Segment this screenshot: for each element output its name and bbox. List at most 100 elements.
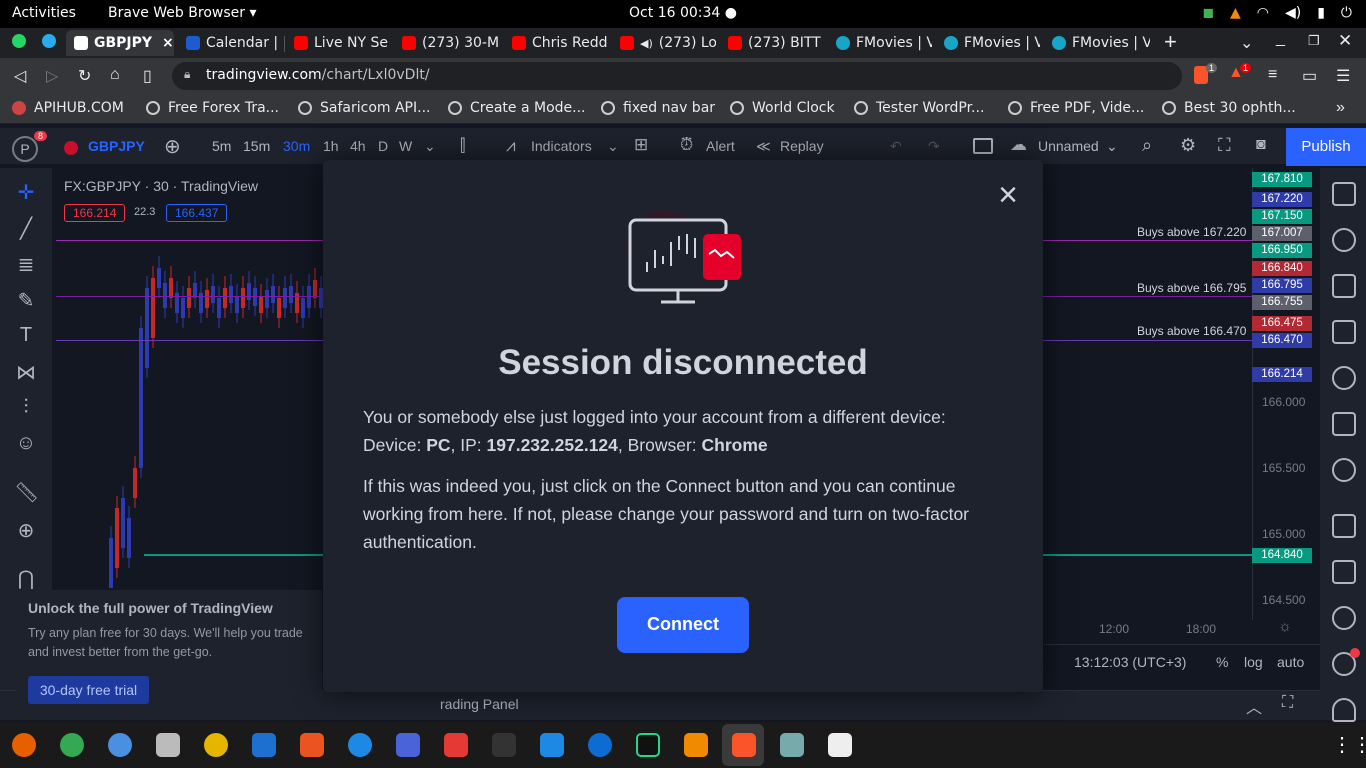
fib-retracement-icon[interactable]: ≣	[14, 252, 38, 276]
update-icon[interactable]: ◼	[1202, 5, 1214, 21]
battery-icon[interactable]: ▮	[1317, 5, 1325, 21]
vlc-icon[interactable]	[684, 733, 708, 757]
connect-button[interactable]: Connect	[617, 597, 749, 653]
time-settings-icon[interactable]: ☼	[1278, 618, 1292, 635]
alert-icon[interactable]: ⏰︎	[680, 135, 693, 155]
buy-price-badge[interactable]: 166.437	[166, 204, 228, 222]
percent-toggle[interactable]: %	[1216, 654, 1228, 670]
minimize-icon[interactable]: _	[1276, 30, 1285, 48]
terminal-icon[interactable]	[492, 733, 516, 757]
close-tab-icon[interactable]: ×	[162, 35, 174, 51]
reload-icon[interactable]: ↻	[78, 66, 91, 86]
whatsapp-pinned-tab[interactable]	[12, 34, 26, 53]
writer-icon[interactable]	[252, 733, 276, 757]
software-center-icon[interactable]	[300, 733, 324, 757]
bookmark-fixed-nav[interactable]: fixed nav bar	[601, 100, 715, 116]
menu-icon[interactable]: ☰	[1336, 66, 1350, 86]
layout-name[interactable]: Unnamed	[1038, 138, 1099, 154]
tab-youtube-bitt[interactable]: (273) BITT	[720, 30, 824, 56]
telegram-pinned-tab[interactable]	[42, 34, 56, 53]
new-tab-button[interactable]: +	[1164, 29, 1177, 55]
brave-icon[interactable]	[732, 733, 756, 757]
interval-15m[interactable]: 15m	[243, 138, 270, 154]
bookmark-world-clock[interactable]: World Clock	[730, 100, 835, 116]
tab-youtube-lo[interactable]: ◀) (273) Lo	[612, 30, 716, 56]
anydesk-icon[interactable]	[444, 733, 468, 757]
system-tray[interactable]: ◼ ▲ ◠ ◀) ▮ ⏻	[1202, 5, 1352, 21]
bookmark-tester-wordpress[interactable]: Tester WordPr...	[854, 100, 984, 116]
vlc-tray-icon[interactable]: ▲	[1230, 5, 1241, 21]
tab-chris-redd[interactable]: Chris Redd	[504, 30, 608, 56]
calendar-icon[interactable]	[1332, 412, 1356, 436]
prediction-icon[interactable]: ⫶	[14, 396, 38, 420]
indicators-button[interactable]: Indicators	[531, 138, 592, 154]
close-window-icon[interactable]: ✕	[1338, 31, 1352, 51]
maximize-icon[interactable]: ❐	[1308, 33, 1320, 49]
search-icon[interactable]: ⌕	[1142, 135, 1152, 156]
symbol-search[interactable]: GBPJPY	[88, 138, 145, 154]
remmina-icon[interactable]	[780, 733, 804, 757]
trendline-icon[interactable]: ╱	[14, 216, 38, 240]
interval-d[interactable]: D	[378, 138, 388, 154]
rhythmbox-icon[interactable]	[204, 733, 228, 757]
streams-icon[interactable]	[1332, 606, 1356, 630]
wallet-icon[interactable]: ▭	[1302, 66, 1317, 86]
volume-icon[interactable]: ◀)	[1285, 5, 1301, 21]
url-field[interactable]: 🔒︎ tradingview.com/chart/Lxl0vDlt/	[172, 62, 1182, 90]
document-viewer-icon[interactable]	[828, 733, 852, 757]
compare-add-icon[interactable]: ⊕	[164, 134, 181, 159]
bookmark-create-model[interactable]: Create a Mode...	[448, 100, 586, 116]
layout-chevron-icon[interactable]: ⌄	[1106, 138, 1118, 155]
alert-button[interactable]: Alert	[706, 138, 735, 154]
interval-30m[interactable]: 30m	[283, 138, 310, 154]
expand-panel-chevron-icon[interactable]: ︿	[1246, 694, 1262, 718]
alerts-clock-icon[interactable]	[1332, 228, 1356, 252]
interval-4h[interactable]: 4h	[350, 138, 366, 154]
pycharm-icon[interactable]	[636, 733, 660, 757]
layout-square-icon[interactable]	[973, 138, 993, 154]
settings-gear-icon[interactable]: ⚙︎	[1180, 135, 1196, 156]
magnet-icon[interactable]: ⋂	[14, 566, 38, 590]
log-toggle[interactable]: log	[1244, 654, 1263, 670]
clock[interactable]: Oct 16 00:34 ●	[0, 5, 1366, 21]
avatar[interactable]: P	[12, 136, 38, 162]
fullscreen-icon[interactable]: ⛶	[1218, 135, 1231, 156]
hotlists-fire-icon[interactable]	[1332, 366, 1356, 390]
maximize-panel-icon[interactable]: ⛶	[1282, 694, 1293, 712]
interval-1h[interactable]: 1h	[323, 138, 339, 154]
bookmark-apihub[interactable]: APIHUB.COM	[12, 100, 124, 116]
tab-fmovies-2[interactable]: FMovies | V	[936, 30, 1040, 56]
pattern-icon[interactable]: ⋈	[14, 360, 38, 384]
redo-icon[interactable]: ↷	[928, 138, 940, 155]
data-window-icon[interactable]	[1332, 320, 1356, 344]
chrome-icon[interactable]	[60, 733, 84, 757]
vscode-icon[interactable]	[540, 733, 564, 757]
interval-chevron-icon[interactable]: ⌄	[424, 138, 436, 155]
show-applications-icon[interactable]: ⋮⋮⋮	[1332, 732, 1366, 757]
bookmark-icon[interactable]: ▯	[143, 66, 152, 86]
replay-icon[interactable]: ≪	[756, 138, 771, 155]
bookmark-safaricom[interactable]: Safaricom API...	[298, 100, 430, 116]
playlist-icon[interactable]: ≡	[1268, 66, 1277, 84]
bookmark-best-30[interactable]: Best 30 ophth...	[1162, 100, 1296, 116]
bookmark-free-pdf[interactable]: Free PDF, Vide...	[1008, 100, 1144, 116]
undo-icon[interactable]: ↶	[890, 138, 902, 155]
help-icon[interactable]	[348, 733, 372, 757]
zoom-in-icon[interactable]: ⊕	[14, 518, 38, 542]
interval-w[interactable]: W	[399, 138, 412, 154]
tab-search-chevron-icon[interactable]: ⌄	[1240, 33, 1253, 53]
teamviewer-icon[interactable]	[588, 733, 612, 757]
templates-chevron-icon[interactable]: ⌄	[607, 138, 619, 155]
replay-button[interactable]: Replay	[780, 138, 824, 154]
screenshot-tool-icon[interactable]	[396, 733, 420, 757]
chats-icon[interactable]	[1332, 514, 1356, 538]
tab-fmovies-1[interactable]: FMovies | V	[828, 30, 932, 56]
brush-icon[interactable]: ✎	[14, 288, 38, 312]
tab-youtube-30m[interactable]: (273) 30-M	[394, 30, 500, 56]
back-icon[interactable]: ◁	[14, 66, 26, 86]
tab-live-ny[interactable]: Live NY Se	[286, 30, 390, 56]
icons-smiley-icon[interactable]: ☺	[14, 432, 38, 456]
free-trial-button[interactable]: 30-day free trial	[28, 676, 149, 704]
audio-playing-icon[interactable]: ◀)	[640, 37, 653, 50]
thunderbird-icon[interactable]	[108, 733, 132, 757]
